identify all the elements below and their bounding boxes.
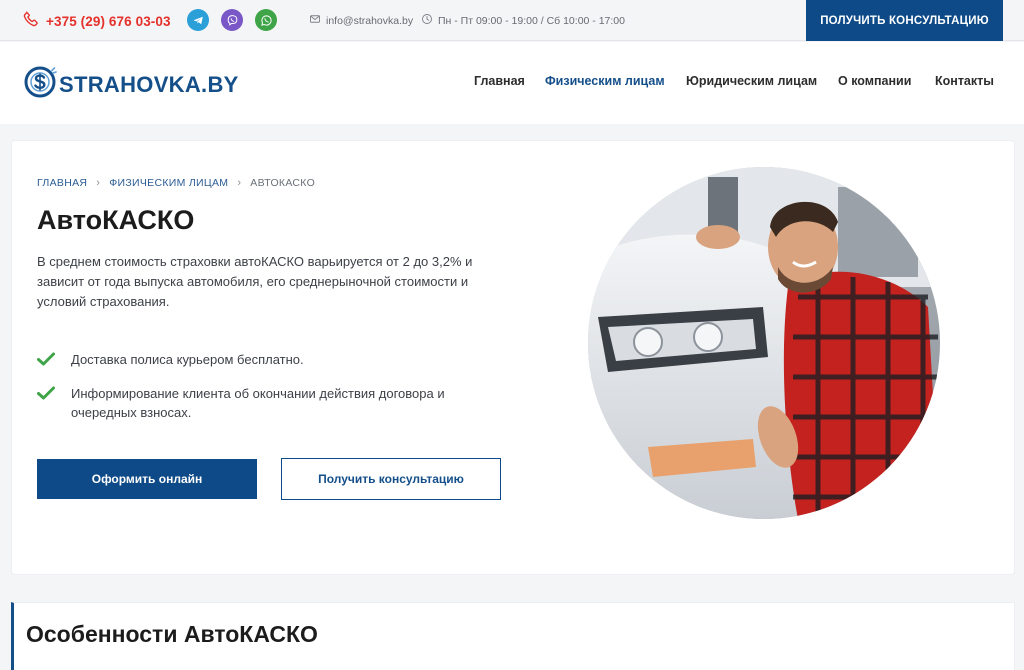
logo-icon bbox=[23, 65, 57, 104]
site-logo[interactable]: STRAHOVKA.BY bbox=[23, 65, 239, 104]
breadcrumb: ГЛАВНАЯ › ФИЗИЧЕСКИМ ЛИЦАМ › АВТОКАСКО bbox=[37, 177, 315, 189]
breadcrumb-current: АВТОКАСКО bbox=[250, 177, 316, 189]
benefit-text: Информирование клиента об окончании дейс… bbox=[71, 386, 445, 420]
telegram-icon[interactable] bbox=[187, 9, 209, 31]
site-header: STRAHOVKA.BY Главная Физическим лицам Юр… bbox=[0, 42, 1024, 124]
clock-icon bbox=[421, 13, 438, 28]
nav-contacts[interactable]: Контакты bbox=[935, 74, 994, 88]
check-icon bbox=[37, 384, 55, 405]
phone-icon bbox=[22, 10, 40, 33]
benefit-item: Информирование клиента об окончании дейс… bbox=[37, 384, 511, 422]
viber-icon[interactable] bbox=[221, 9, 243, 31]
nav-individuals[interactable]: Физическим лицам bbox=[545, 74, 665, 88]
nav-about[interactable]: О компании bbox=[838, 74, 911, 88]
phone-link[interactable]: +375 (29) 676 03-03 bbox=[22, 10, 171, 33]
top-bar: +375 (29) 676 03-03 info@strahovka.by Пн… bbox=[0, 0, 1024, 41]
hero-section: ГЛАВНАЯ › ФИЗИЧЕСКИМ ЛИЦАМ › АВТОКАСКО А… bbox=[11, 140, 1015, 575]
features-section: Особенности АвтоКАСКО bbox=[11, 602, 1015, 670]
email-icon bbox=[309, 13, 326, 28]
working-hours: Пн - Пт 09:00 - 19:00 / Сб 10:00 - 17:00 bbox=[421, 13, 625, 28]
benefit-item: Доставка полиса курьером бесплатно. bbox=[37, 350, 511, 371]
hours-text: Пн - Пт 09:00 - 19:00 / Сб 10:00 - 17:00 bbox=[438, 14, 625, 27]
get-consultation-button[interactable]: Получить консультацию bbox=[281, 458, 501, 500]
breadcrumb-separator: › bbox=[237, 177, 242, 189]
email-link[interactable]: info@strahovka.by bbox=[309, 13, 413, 28]
phone-number: +375 (29) 676 03-03 bbox=[46, 14, 171, 29]
features-title: Особенности АвтоКАСКО bbox=[26, 621, 318, 647]
page-title: АвтоКАСКО bbox=[37, 205, 195, 235]
breadcrumb-separator: › bbox=[96, 177, 101, 189]
hero-photo-man-hugging-car bbox=[588, 167, 940, 519]
nav-legal-entities[interactable]: Юридическим лицам bbox=[686, 74, 817, 88]
breadcrumb-home[interactable]: ГЛАВНАЯ bbox=[37, 177, 87, 189]
order-online-button[interactable]: Оформить онлайн bbox=[37, 459, 257, 499]
nav-home[interactable]: Главная bbox=[474, 74, 525, 88]
consultation-button-top[interactable]: ПОЛУЧИТЬ КОНСУЛЬТАЦИЮ bbox=[806, 0, 1003, 41]
whatsapp-icon[interactable] bbox=[255, 9, 277, 31]
check-icon bbox=[37, 350, 55, 371]
hero-description: В среднем стоимость страховки автоКАСКО … bbox=[37, 254, 473, 309]
logo-text: STRAHOVKA.BY bbox=[59, 71, 239, 97]
email-text: info@strahovka.by bbox=[326, 14, 414, 27]
breadcrumb-individuals[interactable]: ФИЗИЧЕСКИМ ЛИЦАМ bbox=[109, 177, 228, 189]
benefit-text: Доставка полиса курьером бесплатно. bbox=[71, 352, 304, 367]
